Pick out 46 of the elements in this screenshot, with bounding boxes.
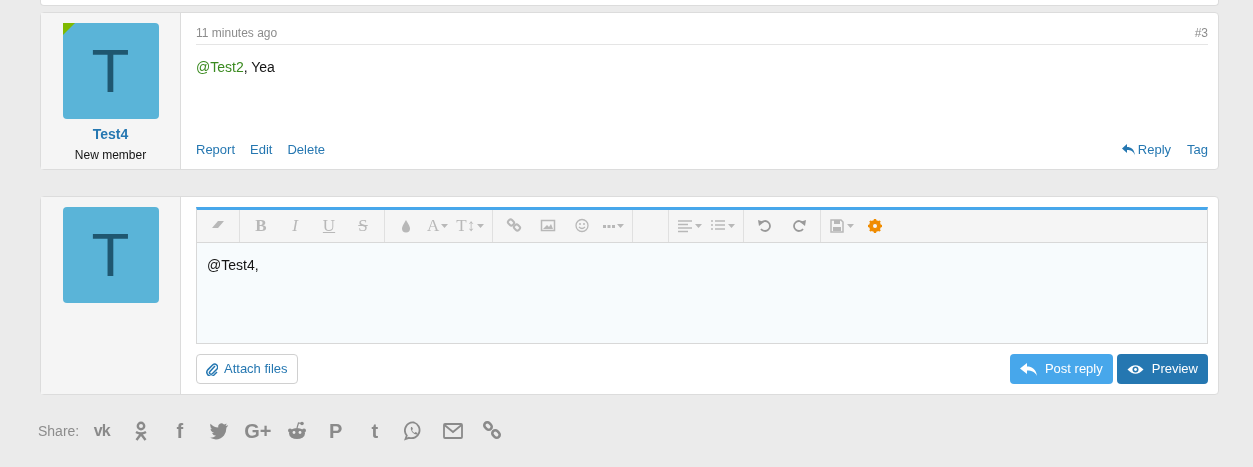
action-link[interactable]: Edit bbox=[250, 139, 273, 159]
user-title: New member bbox=[74, 147, 147, 164]
action-link[interactable]: Delete bbox=[287, 139, 325, 159]
eye-icon bbox=[1126, 363, 1144, 375]
post-reply-button[interactable]: Post reply bbox=[1009, 354, 1113, 384]
link-icon bbox=[506, 218, 523, 234]
reply-icon bbox=[1019, 362, 1037, 376]
attach-files-button[interactable]: Attach files bbox=[196, 354, 298, 384]
mention-link[interactable]: @Test2 bbox=[196, 59, 244, 75]
link-icon bbox=[481, 421, 502, 441]
share-link[interactable]: P bbox=[323, 419, 349, 443]
alien-icon bbox=[286, 421, 307, 441]
smiley-icon bbox=[574, 218, 591, 234]
toolbar-button[interactable]: T↕ bbox=[452, 213, 489, 239]
share-label: Share: bbox=[38, 421, 80, 441]
avatar[interactable]: T bbox=[62, 207, 159, 303]
post-time[interactable]: 11 minutes ago bbox=[196, 24, 278, 42]
toolbar-button[interactable]: U bbox=[312, 213, 346, 239]
username-link[interactable]: Test4 bbox=[92, 124, 129, 145]
action-link[interactable]: Tag bbox=[1187, 139, 1208, 159]
redo-icon bbox=[791, 218, 808, 234]
toolbar-button[interactable]: B bbox=[244, 213, 278, 239]
dots-icon bbox=[603, 224, 616, 228]
reply-icon bbox=[1121, 143, 1135, 155]
message-input[interactable]: @Test4, bbox=[197, 243, 1207, 343]
avatar[interactable]: T bbox=[62, 23, 159, 119]
share-link[interactable]: G+ bbox=[245, 419, 271, 443]
paperclip-icon bbox=[206, 362, 218, 376]
toolbar-button[interactable]: S bbox=[346, 213, 380, 239]
settings-icon bbox=[867, 218, 884, 234]
align-icon bbox=[677, 218, 694, 234]
action-link[interactable]: Report bbox=[196, 139, 236, 159]
mail-icon bbox=[442, 421, 463, 441]
toolbar-button[interactable]: A bbox=[423, 213, 453, 239]
toolbar-button[interactable]: I bbox=[278, 213, 312, 239]
post-number[interactable]: #3 bbox=[1194, 24, 1208, 42]
share-link[interactable]: f bbox=[167, 419, 193, 443]
save-icon bbox=[829, 218, 846, 234]
undo-icon bbox=[757, 218, 774, 234]
action-link[interactable]: Reply bbox=[1121, 139, 1172, 159]
share-link[interactable]: vk bbox=[89, 419, 115, 443]
preview-button[interactable]: Preview bbox=[1116, 354, 1208, 384]
image-icon bbox=[540, 218, 557, 234]
post-message: @Test2, Yea bbox=[196, 58, 276, 77]
twitter-icon bbox=[208, 421, 229, 441]
share-link[interactable]: t bbox=[362, 419, 388, 443]
